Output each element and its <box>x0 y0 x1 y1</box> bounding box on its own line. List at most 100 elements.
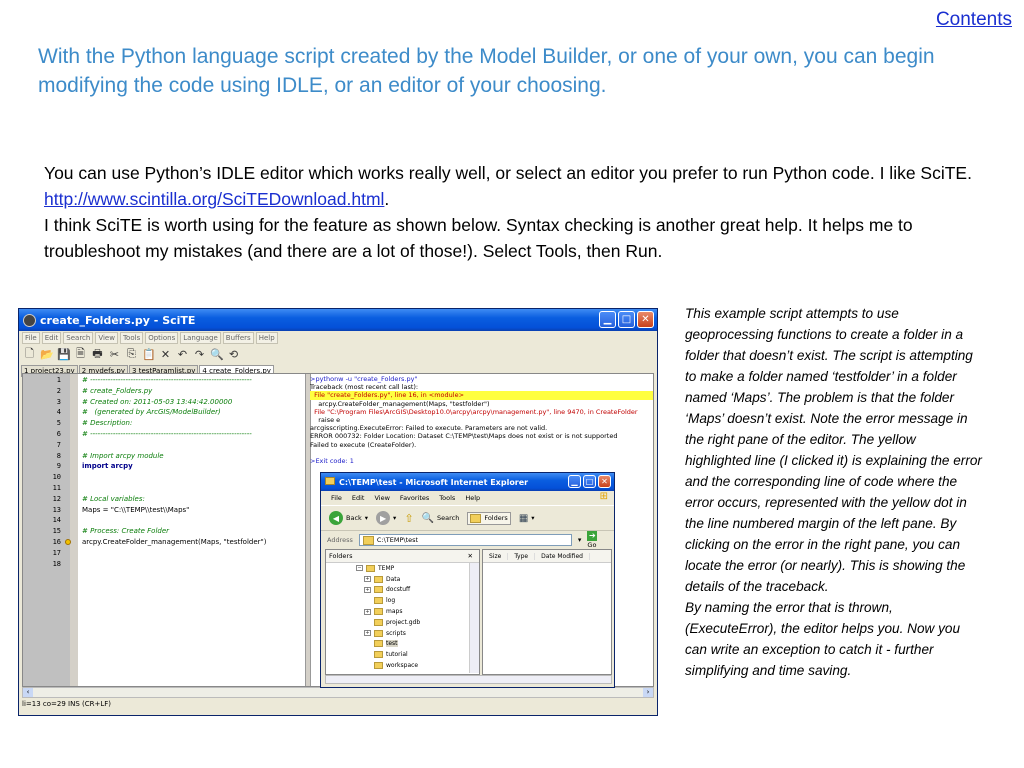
close-pane-icon[interactable]: ✕ <box>468 552 473 560</box>
code-line[interactable]: 13 Maps = "C:\\TEMP\\test\\Maps" <box>23 505 267 516</box>
code-line[interactable]: 18 <box>23 559 267 570</box>
collapse-icon[interactable]: − <box>356 565 363 572</box>
close-file-icon[interactable]: 🗎 <box>74 345 87 364</box>
output-line[interactable]: ERROR 000732: Folder Location: Dataset C… <box>310 432 653 440</box>
find-icon[interactable]: 🔍 <box>210 348 224 361</box>
save-icon[interactable]: 💾 <box>57 348 71 361</box>
expand-icon[interactable]: + <box>364 608 371 615</box>
code-line[interactable]: 8 # Import arcpy module <box>23 451 267 462</box>
output-line[interactable]: >pythonw -u "create_Folders.py" <box>310 375 653 383</box>
delete-icon[interactable]: ✕ <box>159 348 172 361</box>
folders-button[interactable]: Folders <box>467 511 511 525</box>
output-line[interactable]: Failed to execute (CreateFolder). <box>310 441 653 449</box>
scite-menu-item[interactable]: Tools <box>119 332 144 344</box>
highlighted-error-line[interactable]: File "create_Folders.py", line 16, in <m… <box>310 391 653 400</box>
code-line[interactable]: 17 <box>23 548 267 559</box>
code-line[interactable]: 11 <box>23 483 267 494</box>
output-line[interactable] <box>310 449 653 457</box>
output-line[interactable]: >Exit code: 1 <box>310 457 653 465</box>
explorer-horizontal-scrollbar[interactable] <box>325 675 612 684</box>
column-header[interactable]: Date Modified <box>535 552 590 560</box>
expand-icon[interactable]: + <box>364 630 371 637</box>
code-line[interactable]: 1 # -------------------------------------… <box>23 375 267 386</box>
open-file-icon[interactable]: 📂 <box>40 348 54 361</box>
explorer-menu-item[interactable]: Edit <box>352 494 365 502</box>
maximize-icon[interactable]: □ <box>583 475 596 488</box>
contents-link[interactable]: Contents <box>936 9 1012 31</box>
scite-menu-item[interactable]: Buffers <box>222 332 254 344</box>
folder-tree-item[interactable]: − TEMP <box>326 563 420 574</box>
code-line[interactable]: 7 <box>23 440 267 451</box>
output-line[interactable]: arcgisscripting.ExecuteError: Failed to … <box>310 424 653 432</box>
code-line[interactable]: 2 # create_Folders.py <box>23 386 267 397</box>
expand-icon[interactable]: + <box>364 586 371 593</box>
column-header[interactable]: Size <box>483 552 509 560</box>
explorer-menu-item[interactable]: Favorites <box>400 494 429 502</box>
files-pane[interactable]: Size Type Date Modified <box>482 549 612 675</box>
go-button[interactable]: ➔ Go <box>587 531 608 549</box>
up-folder-button[interactable]: ⇧ <box>404 512 413 525</box>
output-line[interactable]: raise e <box>310 416 653 424</box>
code-line[interactable]: 6 # -------------------------------------… <box>23 429 267 440</box>
cut-icon[interactable]: ✂ <box>108 348 121 361</box>
close-icon[interactable]: ✕ <box>637 311 654 328</box>
output-line[interactable]: File "C:\Program Files\ArcGIS\Desktop10.… <box>310 408 653 416</box>
scite-menu-item[interactable]: Edit <box>41 332 62 344</box>
scite-menu-item[interactable]: Language <box>180 332 221 344</box>
scroll-left-icon[interactable]: ‹ <box>23 688 33 697</box>
undo-icon[interactable]: ↶ <box>176 348 189 361</box>
code-line[interactable]: 12 # Local variables: <box>23 494 267 505</box>
address-dropdown-icon[interactable]: ▾ <box>578 536 582 544</box>
column-header[interactable]: Type <box>508 552 536 560</box>
code-line[interactable]: 9 import arcpy <box>23 461 267 472</box>
output-pane[interactable]: >pythonw -u "create_Folders.py" Traceback… <box>310 375 653 465</box>
code-line[interactable]: 14 <box>23 515 267 526</box>
code-line[interactable]: 10 <box>23 472 267 483</box>
views-button[interactable]: ▦ ▾ <box>519 513 535 524</box>
explorer-menu-item[interactable]: Tools <box>439 494 455 502</box>
new-file-icon[interactable]: 🗋 <box>23 345 36 364</box>
scite-menu-item[interactable]: View <box>95 332 118 344</box>
folder-tree-item[interactable]: + scripts <box>326 628 420 639</box>
replace-icon[interactable]: ⟲ <box>227 348 240 361</box>
folder-tree-item[interactable]: log <box>326 595 420 606</box>
code-line[interactable]: 4 # (generated by ArcGIS/ModelBuilder) <box>23 407 267 418</box>
folder-tree-item[interactable]: + docstuff <box>326 585 420 596</box>
copy-icon[interactable]: ⎘ <box>125 347 138 361</box>
close-icon[interactable]: ✕ <box>598 475 611 488</box>
folder-tree-item[interactable]: + maps <box>326 606 420 617</box>
code-line[interactable]: 3 # Created on: 2011-05-03 13:44:42.00000 <box>23 397 267 408</box>
back-button[interactable]: ◀ Back ▾ <box>329 511 368 525</box>
minimize-icon[interactable]: ▁ <box>568 475 581 488</box>
folder-tree-item[interactable]: + Data <box>326 574 420 585</box>
explorer-menu-item[interactable]: View <box>374 494 389 502</box>
scroll-right-icon[interactable]: › <box>643 688 653 697</box>
search-button[interactable]: 🔍 Search <box>422 513 460 524</box>
code-line[interactable]: 15 # Process: Create Folder <box>23 526 267 537</box>
scite-menu-item[interactable]: Help <box>255 332 278 344</box>
maximize-icon[interactable]: □ <box>618 311 635 328</box>
output-line[interactable]: arcpy.CreateFolder_management(Maps, "tes… <box>310 400 653 408</box>
address-input[interactable]: C:\TEMP\test <box>358 534 572 546</box>
minimize-icon[interactable]: ▁ <box>599 311 616 328</box>
folder-tree-item[interactable]: test <box>326 639 420 650</box>
forward-button[interactable]: ▶ ▾ <box>376 511 396 525</box>
folder-tree-item[interactable]: project.gdb <box>326 617 420 628</box>
redo-icon[interactable]: ↷ <box>193 348 206 361</box>
scite-menu-item[interactable]: File <box>22 332 40 344</box>
code-pane[interactable]: 1 # -------------------------------------… <box>23 375 267 569</box>
folder-tree-item[interactable]: workspace <box>326 660 420 671</box>
horizontal-scrollbar[interactable]: ‹ › <box>22 687 654 698</box>
scite-menu-item[interactable]: Search <box>63 332 94 344</box>
code-line[interactable]: 5 # Description: <box>23 418 267 429</box>
folders-vertical-scrollbar[interactable] <box>469 563 479 673</box>
paste-icon[interactable]: 📋 <box>142 348 156 361</box>
output-line[interactable]: Traceback (most recent call last): <box>310 383 653 391</box>
scite-menu-item[interactable]: Options <box>145 332 179 344</box>
print-icon[interactable]: 🖶 <box>91 345 104 364</box>
expand-icon[interactable]: + <box>364 576 371 583</box>
scite-download-link[interactable]: http://www.scintilla.org/SciTEDownload.h… <box>44 189 384 209</box>
explorer-menu-item[interactable]: File <box>331 494 342 502</box>
folder-tree-item[interactable]: tutorial <box>326 649 420 660</box>
explorer-menu-item[interactable]: Help <box>465 494 480 502</box>
